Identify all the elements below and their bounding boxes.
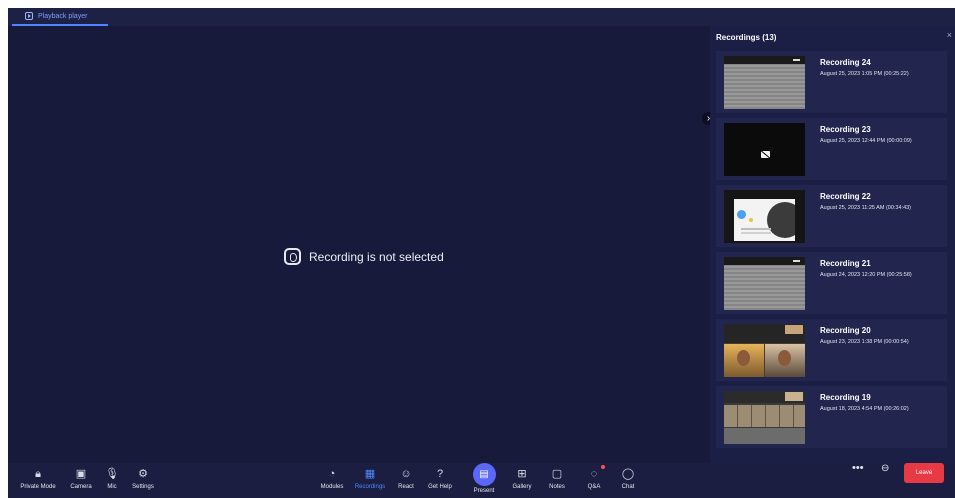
recording-meta: August 25, 2023 11:25 AM (00:34:43) xyxy=(820,205,912,211)
recording-item[interactable]: Recording 22 August 25, 2023 11:25 AM (0… xyxy=(716,185,947,247)
recordings-icon: ▦ xyxy=(364,468,376,480)
notification-badge xyxy=(601,465,605,469)
mic-button[interactable]: 🎙︎ Mic xyxy=(100,463,124,498)
recording-meta: August 23, 2023 1:38 PM (00:00:54) xyxy=(820,339,909,345)
recording-thumbnail xyxy=(724,324,805,377)
recording-meta: August 25, 2023 1:05 PM (00:25:22) xyxy=(820,71,909,77)
panel-title: Recordings (13) xyxy=(716,33,777,42)
play-square-icon xyxy=(25,12,33,20)
mic-icon: 🎙︎ xyxy=(105,468,119,480)
camera-icon: ▣ xyxy=(75,468,87,480)
recording-thumbnail xyxy=(724,257,805,310)
recording-title: Recording 21 xyxy=(820,259,871,268)
tab-playback-player[interactable]: Playback player xyxy=(12,8,108,26)
notes-button[interactable]: ▢ Notes xyxy=(543,463,571,498)
recording-item[interactable]: Recording 20 August 23, 2023 1:38 PM (00… xyxy=(716,319,947,381)
close-icon[interactable]: × xyxy=(947,30,952,40)
gallery-icon: ⊞ xyxy=(517,468,527,480)
recording-thumbnail xyxy=(724,391,805,444)
more-options-icon[interactable]: ••• xyxy=(852,462,864,474)
recording-title: Recording 19 xyxy=(820,393,871,402)
recording-meta: August 18, 2023 4:54 PM (00:26:02) xyxy=(820,406,909,412)
empty-state: Recording is not selected xyxy=(284,248,444,265)
modules-button[interactable]: ◔ Modules xyxy=(316,463,348,498)
camera-button[interactable]: ▣ Camera xyxy=(66,463,96,498)
empty-state-message: Recording is not selected xyxy=(309,249,444,264)
gear-icon: ⚙ xyxy=(138,468,148,480)
present-icon: ▤ xyxy=(472,463,496,486)
recordings-button[interactable]: ▦ Recordings xyxy=(350,463,390,498)
recording-thumbnail xyxy=(724,123,805,176)
chat-icon: ◯ xyxy=(621,468,635,480)
link-icon[interactable]: ⊖ xyxy=(881,463,889,474)
recording-meta: August 25, 2023 12:44 PM (00:00:09) xyxy=(820,138,912,144)
recording-item[interactable]: Recording 23 August 25, 2023 12:44 PM (0… xyxy=(716,118,947,180)
recording-thumbnail xyxy=(724,190,805,243)
tab-label: Playback player xyxy=(38,12,88,20)
react-button[interactable]: ☺ React xyxy=(394,463,418,498)
recording-title: Recording 24 xyxy=(820,58,871,67)
notes-icon: ▢ xyxy=(551,468,563,480)
get-help-button[interactable]: ? Get Help xyxy=(423,463,457,498)
recording-icon xyxy=(284,248,301,265)
recording-meta: August 24, 2023 12:20 PM (00:25:58) xyxy=(820,272,912,278)
gallery-button[interactable]: ⊞ Gallery xyxy=(507,463,537,498)
qa-icon: ◌ xyxy=(590,468,598,480)
tab-bar: Playback player xyxy=(8,8,955,26)
settings-button[interactable]: ⚙ Settings xyxy=(126,463,160,498)
present-button[interactable]: ▤ Present xyxy=(469,463,499,498)
recording-title: Recording 22 xyxy=(820,192,871,201)
modules-icon: ◔ xyxy=(328,468,336,480)
recordings-panel: Recordings (13) × Recording 24 August 25… xyxy=(710,26,955,463)
bottom-toolbar: 🔒︎ Private Mode ▣ Camera 🎙︎ Mic ⚙ Settin… xyxy=(8,463,955,498)
help-icon: ? xyxy=(436,468,444,480)
recording-title: Recording 20 xyxy=(820,326,871,335)
recording-item[interactable]: Recording 19 August 18, 2023 4:54 PM (00… xyxy=(716,386,947,448)
app-window: Playback player Recording is not selecte… xyxy=(8,8,955,498)
recording-thumbnail xyxy=(724,56,805,109)
smile-icon: ☺ xyxy=(400,468,412,480)
playback-stage: Recording is not selected xyxy=(8,26,709,463)
private-mode-button[interactable]: 🔒︎ Private Mode xyxy=(15,463,61,498)
lock-icon: 🔒︎ xyxy=(35,468,41,480)
recording-title: Recording 23 xyxy=(820,125,871,134)
camera-off-icon xyxy=(761,151,770,158)
recording-item[interactable]: Recording 24 August 25, 2023 1:05 PM (00… xyxy=(716,51,947,113)
leave-button[interactable]: Leave xyxy=(904,463,944,483)
qa-button[interactable]: ◌ Q&A xyxy=(581,463,607,498)
recording-item[interactable]: Recording 21 August 24, 2023 12:20 PM (0… xyxy=(716,252,947,314)
chat-button[interactable]: ◯ Chat xyxy=(615,463,641,498)
